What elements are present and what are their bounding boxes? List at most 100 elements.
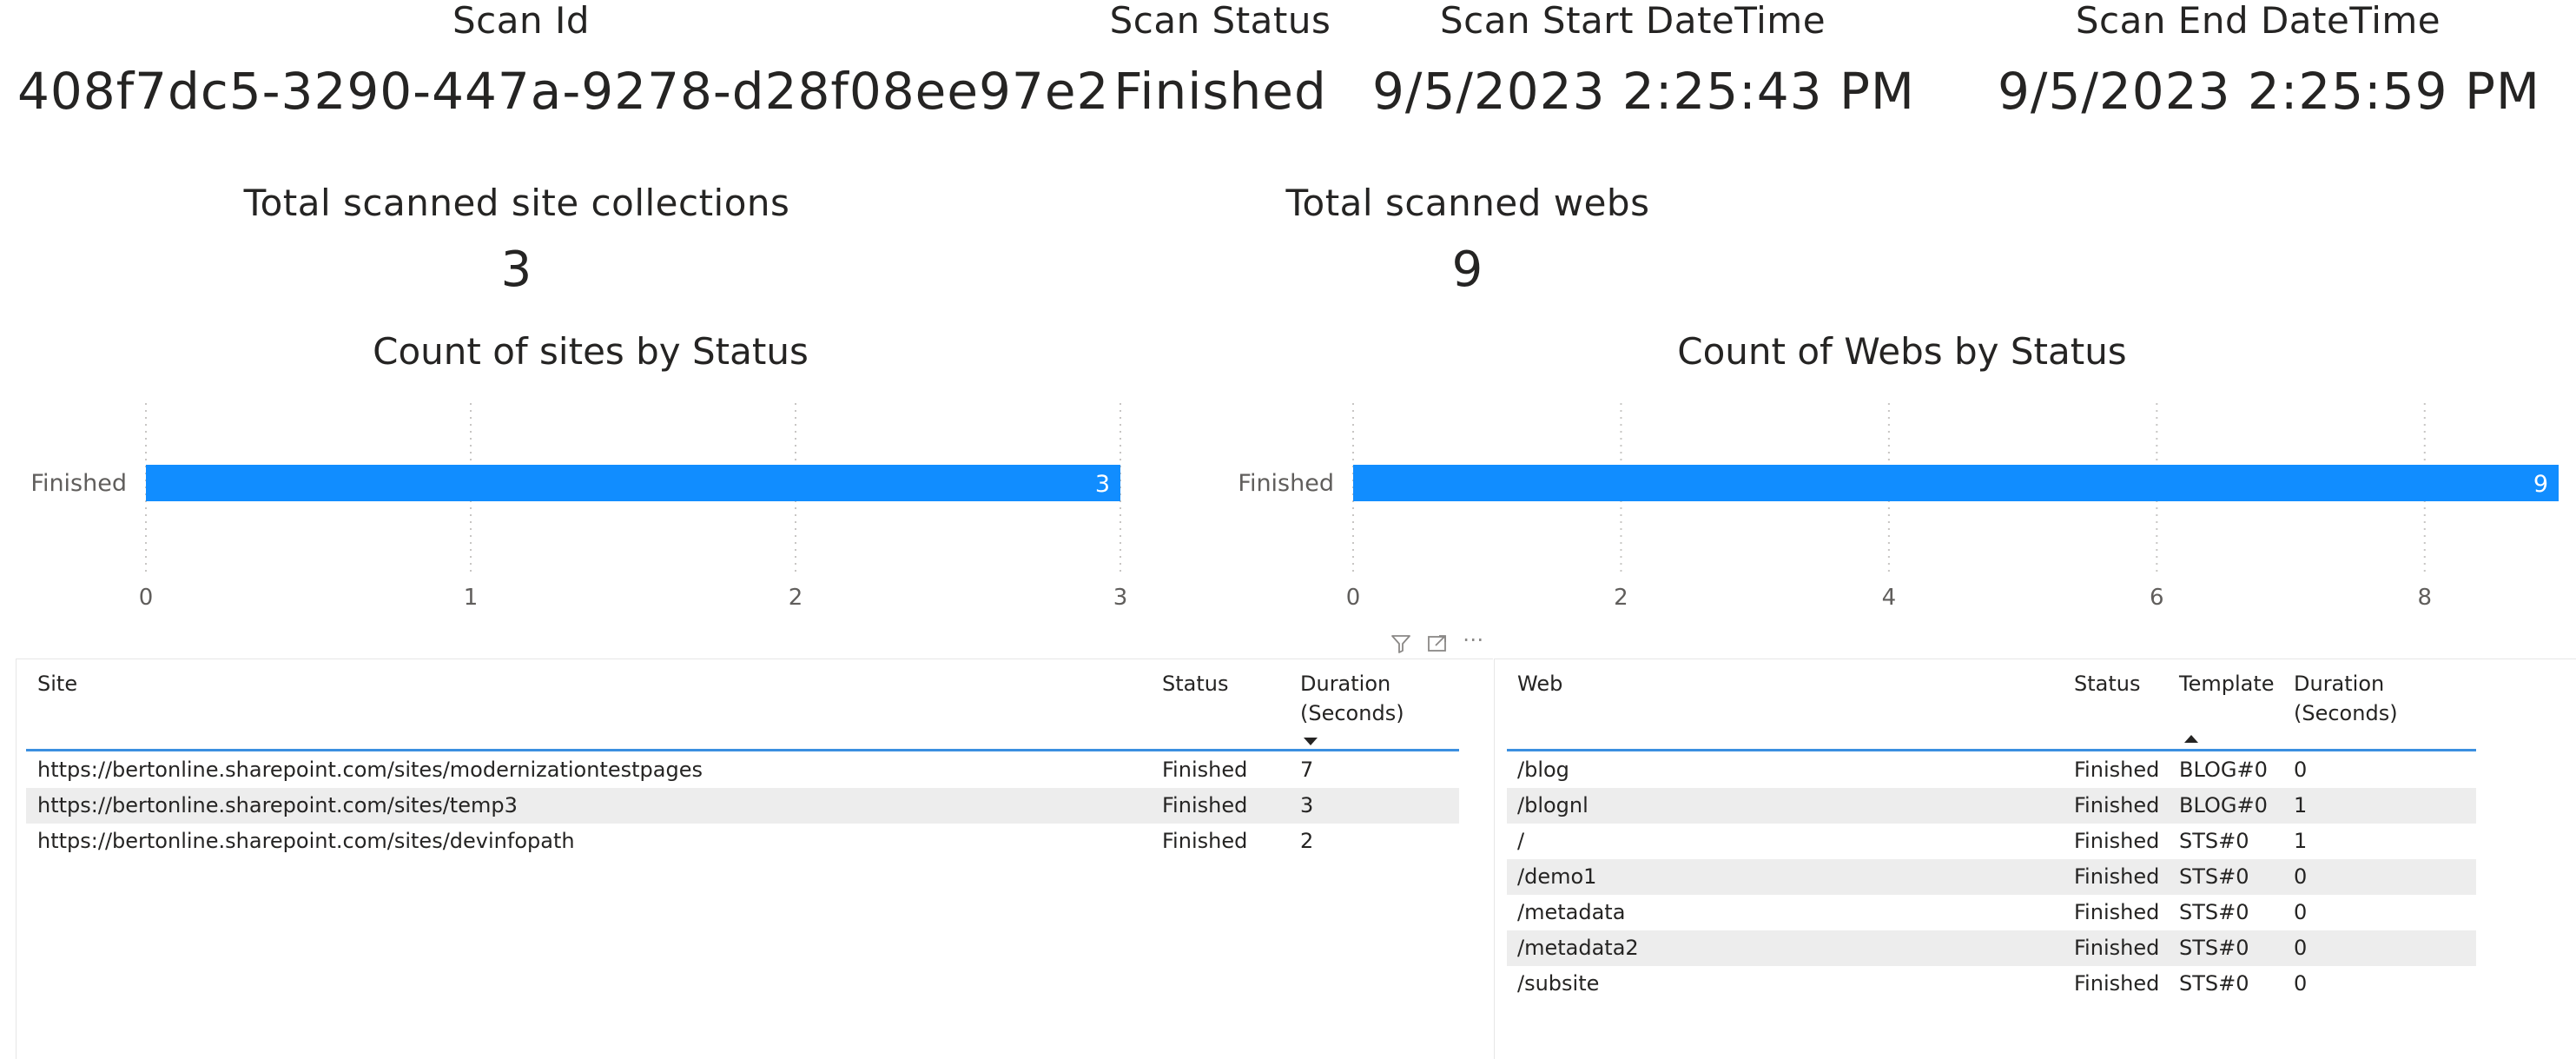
- x-tick-label: 8: [2418, 585, 2433, 611]
- template-cell: STS#0: [2179, 900, 2249, 924]
- status-cell: Finished: [2074, 936, 2160, 960]
- bar-data-label: 3: [1095, 471, 1110, 498]
- status-cell: Finished: [2074, 900, 2160, 924]
- status-cell: Finished: [2074, 864, 2160, 889]
- scan-status-value: Finished: [1113, 62, 1327, 121]
- x-tick-label: 2: [1614, 585, 1628, 611]
- sites-header-underline: [26, 749, 1459, 751]
- duration-cell: 0: [2294, 900, 2308, 924]
- webs-chart-title: Count of Webs by Status: [1677, 330, 2127, 373]
- x-tick-label: 4: [1882, 585, 1897, 611]
- scan-status-card: Scan Status Finished: [1077, 0, 1364, 122]
- template-cell: STS#0: [2179, 971, 2249, 996]
- sites-col-duration-line2: (Seconds): [1300, 701, 1404, 725]
- sort-descending-icon: [1304, 738, 1318, 745]
- sites-status-bar-chart[interactable]: 0 1 2 3 Finished 3: [0, 391, 1155, 625]
- template-cell: STS#0: [2179, 936, 2249, 960]
- duration-cell: 1: [2294, 793, 2308, 817]
- scan-end-card: Scan End DateTime 9/5/2023 2:25:59 PM: [1998, 0, 2540, 122]
- web-path-cell: /metadata: [1517, 900, 1626, 924]
- template-cell: BLOG#0: [2179, 793, 2268, 817]
- sites-col-duration[interactable]: Duration (Seconds): [1300, 669, 1404, 728]
- sites-col-status[interactable]: Status: [1162, 669, 1228, 698]
- webs-table: Web Status Template Duration (Seconds) /…: [1507, 669, 2476, 1051]
- bar-data-label: 9: [2533, 471, 2548, 498]
- x-tick-label: 2: [789, 585, 803, 611]
- duration-cell: 0: [2294, 936, 2308, 960]
- table-row[interactable]: /metadata2 Finished STS#0 0: [1507, 930, 2476, 966]
- sites-col-duration-line1: Duration: [1300, 672, 1391, 696]
- duration-cell: 0: [2294, 864, 2308, 889]
- table-row[interactable]: /subsite Finished STS#0 0: [1507, 966, 2476, 1002]
- more-options-icon[interactable]: ⋯: [1463, 627, 1483, 652]
- webs-col-template[interactable]: Template: [2179, 669, 2275, 698]
- web-path-cell: /blog: [1517, 758, 1569, 782]
- scan-start-value: 9/5/2023 2:25:43 PM: [1372, 62, 1915, 121]
- status-cell: Finished: [1162, 829, 1248, 853]
- x-tick-label: 0: [1346, 585, 1361, 611]
- webs-col-status[interactable]: Status: [2074, 669, 2140, 698]
- status-cell: Finished: [2074, 829, 2160, 853]
- web-path-cell: /demo1: [1517, 864, 1597, 889]
- x-tick-label: 6: [2150, 585, 2164, 611]
- focus-mode-icon[interactable]: [1426, 632, 1449, 655]
- webs-status-bar-chart[interactable]: 0 2 4 6 8 Finished 9: [1199, 391, 2576, 625]
- total-sites-label: Total scanned site collections: [243, 182, 790, 224]
- duration-cell: 2: [1300, 829, 1314, 853]
- x-tick-label: 1: [464, 585, 479, 611]
- table-row[interactable]: / Finished STS#0 1: [1507, 824, 2476, 859]
- x-tick-label: 3: [1113, 585, 1128, 611]
- status-cell: Finished: [1162, 793, 1248, 817]
- status-cell: Finished: [2074, 758, 2160, 782]
- status-cell: Finished: [2074, 793, 2160, 817]
- duration-cell: 1: [2294, 829, 2308, 853]
- table-row[interactable]: https://bertonline.sharepoint.com/sites/…: [26, 824, 1459, 859]
- webs-col-web[interactable]: Web: [1517, 669, 1562, 698]
- site-url-cell: https://bertonline.sharepoint.com/sites/…: [37, 793, 518, 817]
- sites-table: Site Status Duration (Seconds) https://b…: [26, 669, 1459, 1051]
- webs-col-duration[interactable]: Duration (Seconds): [2294, 669, 2398, 728]
- sort-ascending-icon: [2184, 735, 2198, 743]
- duration-cell: 0: [2294, 971, 2308, 996]
- scan-id-value: 408f7dc5-3290-447a-9278-d28f08ee97e2: [17, 62, 1110, 121]
- bar-finished[interactable]: [1353, 465, 2559, 501]
- filter-icon[interactable]: [1390, 632, 1412, 655]
- template-cell: BLOG#0: [2179, 758, 2268, 782]
- template-cell: STS#0: [2179, 829, 2249, 853]
- total-webs-label: Total scanned webs: [1285, 182, 1650, 224]
- bar-finished[interactable]: [146, 465, 1120, 501]
- sites-table-toolbar: ⋯: [1390, 627, 1503, 657]
- total-webs-value: 9: [1451, 242, 1484, 298]
- scan-status-label: Scan Status: [1109, 0, 1331, 42]
- scan-id-card: Scan Id 408f7dc5-3290-447a-9278-d28f08ee…: [17, 0, 1110, 122]
- template-cell: STS#0: [2179, 864, 2249, 889]
- total-webs-card: Total scanned webs 9: [1199, 182, 1737, 301]
- duration-cell: 0: [2294, 758, 2308, 782]
- table-row[interactable]: /demo1 Finished STS#0 0: [1507, 859, 2476, 895]
- x-tick-label: 0: [139, 585, 154, 611]
- web-path-cell: /subsite: [1517, 971, 1600, 996]
- duration-cell: 3: [1300, 793, 1314, 817]
- table-row[interactable]: https://bertonline.sharepoint.com/sites/…: [26, 788, 1459, 824]
- y-category-label: Finished: [30, 470, 127, 497]
- webs-col-duration-line2: (Seconds): [2294, 701, 2398, 725]
- total-sites-value: 3: [500, 242, 533, 298]
- y-category-label: Finished: [1238, 470, 1334, 497]
- scan-end-value: 9/5/2023 2:25:59 PM: [1998, 62, 2540, 121]
- table-row[interactable]: /metadata Finished STS#0 0: [1507, 895, 2476, 930]
- sites-chart-title: Count of sites by Status: [373, 330, 809, 373]
- sites-col-site[interactable]: Site: [37, 669, 77, 698]
- webs-col-duration-line1: Duration: [2294, 672, 2385, 696]
- table-row[interactable]: /blognl Finished BLOG#0 1: [1507, 788, 2476, 824]
- site-url-cell: https://bertonline.sharepoint.com/sites/…: [37, 758, 703, 782]
- status-cell: Finished: [2074, 971, 2160, 996]
- web-path-cell: /: [1517, 829, 1525, 853]
- web-path-cell: /metadata2: [1517, 936, 1639, 960]
- table-row[interactable]: https://bertonline.sharepoint.com/sites/…: [26, 752, 1459, 788]
- duration-cell: 7: [1300, 758, 1314, 782]
- scan-end-label: Scan End DateTime: [2075, 0, 2441, 42]
- table-row[interactable]: /blog Finished BLOG#0 0: [1507, 752, 2476, 788]
- status-cell: Finished: [1162, 758, 1248, 782]
- web-path-cell: /blognl: [1517, 793, 1589, 817]
- total-sites-card: Total scanned site collections 3: [174, 182, 860, 301]
